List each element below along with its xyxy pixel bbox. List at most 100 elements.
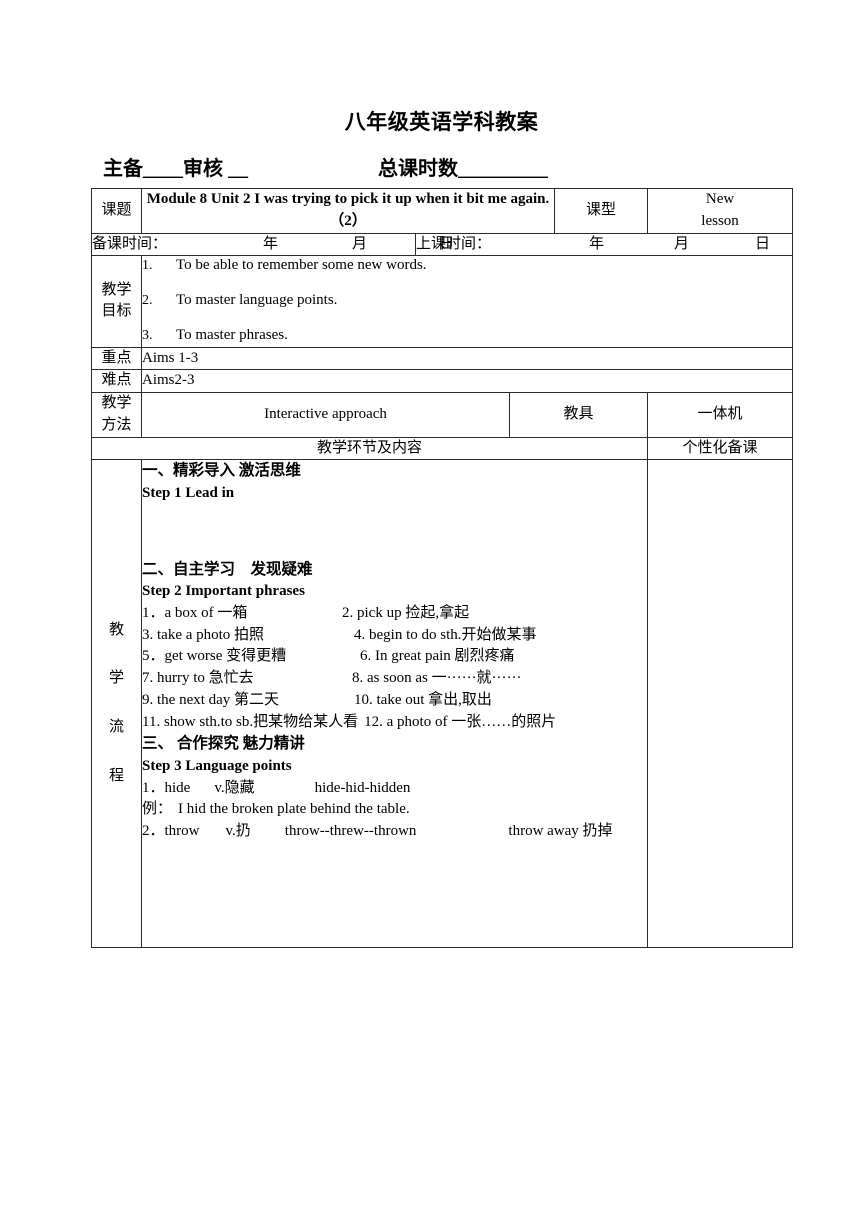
personalized-header: 个性化备课 bbox=[647, 436, 794, 461]
lesson-type-value-line2: lesson bbox=[701, 212, 739, 229]
lp2-word: 2．throw bbox=[142, 823, 200, 840]
page-title: 八年级英语学科教案 bbox=[344, 110, 539, 134]
lp1-pos: v.隐藏 bbox=[214, 779, 255, 796]
method-value: Interactive approach bbox=[141, 392, 510, 438]
example-sentence: I hid the broken plate behind the table. bbox=[178, 801, 410, 818]
flow-label: 教 学 流 程 bbox=[91, 459, 142, 948]
lp2-pos: v.扔 bbox=[225, 823, 251, 840]
lp2-extra: throw away 扔掉 bbox=[508, 823, 613, 840]
language-point-2: 2．throw v.扔 throw--threw--thrown throw away… bbox=[142, 821, 647, 843]
phrase-left: 7. hurry to 急忙去 bbox=[142, 670, 254, 687]
phrase-row: 11. show sth.to sb.把某物给某人看 12. a photo of… bbox=[142, 712, 647, 734]
phrase-row: 7. hurry to 急忙去 8. as soon as 一······就···… bbox=[142, 668, 647, 690]
total-periods-label: 总课时数_________ bbox=[378, 158, 548, 180]
lp1-word: 1．hide bbox=[142, 779, 191, 796]
subheader: 主备____审核 __ 总课时数_________ bbox=[103, 152, 793, 181]
table-row-flow: 教 学 流 程 一、精彩导入 激活思维 Step 1 Lead in 二、自主学… bbox=[91, 459, 794, 948]
lesson-type-value: New lesson bbox=[647, 188, 794, 234]
topic-line2: （2） bbox=[329, 212, 367, 229]
prepared-by-label: 主备____审核 __ bbox=[103, 158, 248, 180]
prepare-time-month: 月 bbox=[352, 235, 368, 252]
key-points-value: Aims 1-3 bbox=[140, 346, 794, 371]
aim-number: 1. bbox=[142, 258, 153, 274]
flow-label-char: 流 bbox=[108, 719, 124, 736]
method-label: 教学 方法 bbox=[91, 392, 142, 438]
prepare-time-cell: 备课时间：年月日 bbox=[91, 232, 454, 257]
phrase-row: 1．a box of 一箱 2. pick up 捡起,拿起 bbox=[142, 603, 647, 625]
list-item: 3. To master phrases. bbox=[142, 326, 792, 345]
phrase-row: 9. the next day 第二天 10. take out 拿出,取出 bbox=[142, 690, 647, 712]
phrase-right: 8. as soon as 一······就······ bbox=[352, 670, 522, 687]
lesson-type-value-line1: New bbox=[705, 191, 735, 207]
lesson-plan-page: 八年级英语学科教案 主备____审核 __ 总课时数_________ 课题 Mo… bbox=[0, 0, 860, 1216]
aim-text: To be able to remember some new words. bbox=[176, 257, 427, 274]
aim-number: 3. bbox=[142, 327, 153, 343]
step2-heading: Step 2 Important phrases bbox=[142, 583, 305, 600]
language-point-1: 1．hide v.隐藏 hide-hid-hidden bbox=[142, 778, 647, 800]
phrase-row: 3. take a photo 拍照 4. begin to do sth.开始做… bbox=[142, 625, 647, 647]
table-row-key-points: 重点 Aims 1-3 bbox=[91, 346, 794, 371]
table-row-section-header: 教学环节及内容 个性化备课 bbox=[90, 436, 794, 461]
table-row-method: 教学 方法 Interactive approach 教具 一体机 bbox=[91, 392, 794, 438]
prepare-time-label: 备课时间： bbox=[92, 235, 168, 252]
step3-heading: Step 3 Language points bbox=[142, 757, 292, 774]
aims-label-line2: 目标 bbox=[101, 303, 132, 320]
phrase-left: 11. show sth.to sb.把某物给某人看 bbox=[142, 713, 359, 730]
method-label-line1: 教学 bbox=[101, 395, 132, 412]
example-label: 例： bbox=[142, 801, 173, 818]
flow-label-char: 教 bbox=[108, 621, 124, 638]
part3-heading: 三、 合作探究 魅力精讲 bbox=[142, 735, 305, 753]
list-item: 2. To master language points. bbox=[142, 291, 792, 310]
aims-label-line1: 教学 bbox=[101, 281, 132, 298]
phrase-row: 5．get worse 变得更糟 6. In great pain 剧烈疼痛 bbox=[142, 646, 647, 668]
lp2-forms: throw--threw--thrown bbox=[284, 823, 417, 840]
class-time-year: 年 bbox=[589, 235, 605, 252]
table-row-difficult-points: 难点 Aims2-3 bbox=[91, 369, 794, 394]
class-time-cell: 上课时间： 年 月 日 bbox=[414, 232, 794, 257]
language-point-1-example: 例： I hid the broken plate behind the tabl… bbox=[142, 799, 647, 821]
table-row-topic: 课题 Module 8 Unit 2 I was trying to pick … bbox=[91, 188, 794, 234]
difficult-points-label: 难点 bbox=[91, 369, 142, 394]
table-row-aims: 教学 目标 1. To be able to remember some new… bbox=[91, 255, 794, 348]
aims-label: 教学 目标 bbox=[91, 255, 142, 348]
step1-heading: Step 1 Lead in bbox=[142, 484, 235, 501]
flow-content: 一、精彩导入 激活思维 Step 1 Lead in 二、自主学习 发现疑难 S… bbox=[140, 459, 649, 948]
phrase-right: 12. a photo of 一张……的照片 bbox=[364, 713, 557, 730]
topic-value: Module 8 Unit 2 I was trying to pick it … bbox=[140, 188, 556, 234]
phrase-left: 5．get worse 变得更糟 bbox=[142, 648, 287, 665]
class-time-month: 月 bbox=[674, 235, 690, 252]
phrase-right: 2. pick up 捡起,拿起 bbox=[342, 604, 470, 621]
difficult-points-value: Aims2-3 bbox=[140, 369, 794, 394]
personalized-notes-cell[interactable] bbox=[647, 459, 794, 948]
lp1-forms: hide-hid-hidden bbox=[314, 779, 411, 796]
lesson-type-label: 课型 bbox=[554, 188, 649, 234]
aim-text: To master language points. bbox=[176, 292, 338, 309]
phrase-right: 6. In great pain 剧烈疼痛 bbox=[360, 648, 515, 665]
part2-heading: 二、自主学习 发现疑难 bbox=[142, 560, 313, 578]
content-tail-space bbox=[142, 843, 647, 947]
aims-value: 1. To be able to remember some new words… bbox=[140, 255, 794, 348]
class-time-day: 日 bbox=[755, 235, 771, 252]
steps-content-header: 教学环节及内容 bbox=[90, 436, 649, 461]
aim-number: 2. bbox=[142, 293, 153, 309]
method-label-line2: 方法 bbox=[101, 416, 132, 433]
key-points-label: 重点 bbox=[91, 346, 142, 371]
part1-heading: 一、精彩导入 激活思维 bbox=[142, 462, 301, 480]
phrase-left: 3. take a photo 拍照 bbox=[142, 626, 265, 643]
flow-label-char: 程 bbox=[108, 767, 124, 784]
phrase-right: 10. take out 拿出,取出 bbox=[354, 691, 492, 708]
phrase-left: 9. the next day 第二天 bbox=[142, 691, 280, 708]
topic-line1: Module 8 Unit 2 I was trying to pick it … bbox=[146, 191, 550, 207]
class-time-label: 上课时间： bbox=[416, 235, 492, 252]
flow-label-char: 学 bbox=[108, 670, 124, 687]
prepare-time-year: 年 bbox=[263, 235, 279, 252]
phrase-right: 4. begin to do sth.开始做某事 bbox=[354, 626, 537, 643]
aids-label: 教具 bbox=[508, 392, 649, 438]
aids-value: 一体机 bbox=[647, 392, 794, 438]
lesson-plan-table: 课题 Module 8 Unit 2 I was trying to pick … bbox=[90, 188, 794, 948]
list-item: 1. To be able to remember some new words… bbox=[142, 256, 792, 275]
topic-label: 课题 bbox=[91, 188, 142, 234]
aim-text: To master phrases. bbox=[176, 326, 288, 343]
phrase-left: 1．a box of 一箱 bbox=[142, 604, 248, 621]
